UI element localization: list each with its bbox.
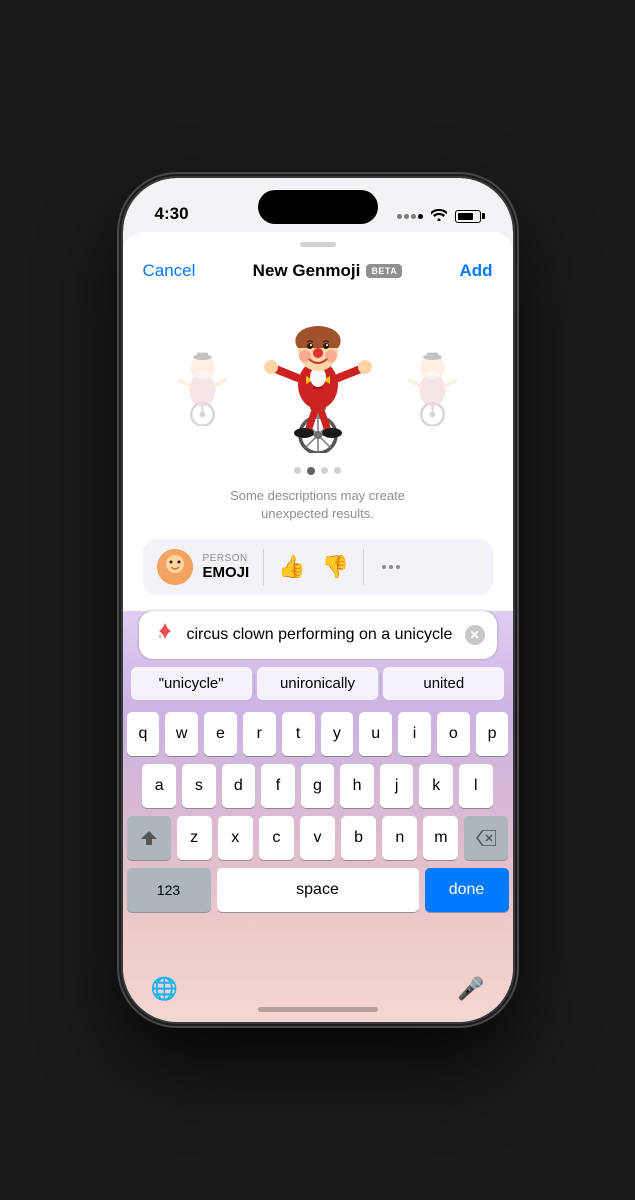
emoji-side-left xyxy=(153,333,253,433)
key-w[interactable]: w xyxy=(165,712,198,756)
modal-header: Cancel New Genmoji BETA Add xyxy=(123,253,513,293)
key-a[interactable]: a xyxy=(142,764,176,808)
autocomplete-separator-2 xyxy=(380,673,381,694)
more-button[interactable] xyxy=(382,565,400,569)
microphone-button[interactable]: 🎤 xyxy=(457,976,484,1002)
key-f[interactable]: f xyxy=(261,764,295,808)
autocomplete-item-3[interactable]: united xyxy=(383,667,504,700)
numbers-key[interactable]: 123 xyxy=(127,868,211,912)
carousel-dot-4[interactable] xyxy=(334,467,341,474)
keyboard-row-3: z x c v b n m xyxy=(127,816,509,860)
search-text: circus clown performing on a unicycle xyxy=(187,626,457,644)
key-k[interactable]: k xyxy=(419,764,453,808)
carousel-dot-2[interactable] xyxy=(307,467,315,475)
delete-key[interactable] xyxy=(464,816,508,860)
modal-panel: Cancel New Genmoji BETA Add xyxy=(123,232,513,1022)
emoji-center xyxy=(253,318,383,448)
globe-button[interactable]: 🌐 xyxy=(151,976,178,1002)
add-button[interactable]: Add xyxy=(459,261,492,281)
key-s[interactable]: s xyxy=(182,764,216,808)
modal-handle xyxy=(300,242,336,247)
key-n[interactable]: n xyxy=(382,816,417,860)
thumbs-area: 👍 👎 xyxy=(278,554,349,580)
key-e[interactable]: e xyxy=(204,712,237,756)
battery-icon xyxy=(455,210,481,223)
key-j[interactable]: j xyxy=(380,764,414,808)
autocomplete-item-2[interactable]: unironically xyxy=(257,667,378,700)
key-p[interactable]: p xyxy=(476,712,509,756)
clear-button[interactable]: ✕ xyxy=(465,625,485,645)
key-r[interactable]: r xyxy=(243,712,276,756)
status-icons xyxy=(397,208,485,224)
cancel-button[interactable]: Cancel xyxy=(143,261,196,281)
home-indicator xyxy=(258,1007,378,1012)
bottom-bar: 🌐 🎤 xyxy=(123,968,513,1022)
bottom-section: circus clown performing on a unicycle ✕ … xyxy=(123,611,513,1022)
key-h[interactable]: h xyxy=(340,764,374,808)
key-q[interactable]: q xyxy=(127,712,160,756)
autocomplete-bar: "unicycle" unironically united xyxy=(123,667,513,708)
keyboard-row-2: a s d f g h j k l xyxy=(127,764,509,808)
vertical-divider xyxy=(263,549,264,585)
vertical-divider-2 xyxy=(363,549,364,585)
shift-key[interactable] xyxy=(127,816,171,860)
key-l[interactable]: l xyxy=(459,764,493,808)
carousel-dots xyxy=(123,463,513,487)
key-g[interactable]: g xyxy=(301,764,335,808)
key-i[interactable]: i xyxy=(398,712,431,756)
carousel-dot-3[interactable] xyxy=(321,467,328,474)
signal-icon xyxy=(397,214,423,219)
key-t[interactable]: t xyxy=(282,712,315,756)
genmoji-icon xyxy=(151,621,179,649)
emoji-type-bar[interactable]: PERSON EMOJI 👍 👎 xyxy=(143,539,493,595)
beta-badge: BETA xyxy=(366,264,402,278)
emoji-type-sub: PERSON xyxy=(203,553,250,564)
warning-text: Some descriptions may createunexpected r… xyxy=(123,487,513,539)
header-title-area: New Genmoji BETA xyxy=(195,261,459,281)
page-title: New Genmoji xyxy=(253,261,361,281)
thumbs-up-button[interactable]: 👍 xyxy=(278,554,305,580)
dynamic-island xyxy=(258,190,378,224)
key-o[interactable]: o xyxy=(437,712,470,756)
search-bar[interactable]: circus clown performing on a unicycle ✕ xyxy=(139,611,497,659)
key-m[interactable]: m xyxy=(423,816,458,860)
key-z[interactable]: z xyxy=(177,816,212,860)
keyboard-row-1: q w e r t y u i o p xyxy=(127,712,509,756)
carousel-dot-1[interactable] xyxy=(294,467,301,474)
emoji-carousel xyxy=(123,293,513,463)
keyboard: q w e r t y u i o p a s xyxy=(123,708,513,968)
autocomplete-item-1[interactable]: "unicycle" xyxy=(131,667,252,700)
emoji-side-right xyxy=(383,333,483,433)
key-b[interactable]: b xyxy=(341,816,376,860)
key-y[interactable]: y xyxy=(321,712,354,756)
key-d[interactable]: d xyxy=(222,764,256,808)
key-u[interactable]: u xyxy=(359,712,392,756)
thumbs-down-button[interactable]: 👎 xyxy=(322,554,349,580)
wifi-icon xyxy=(431,208,447,224)
keyboard-row-4: 123 space done xyxy=(127,868,509,912)
key-x[interactable]: x xyxy=(218,816,253,860)
emoji-type-name: EMOJI xyxy=(203,564,250,581)
done-key[interactable]: done xyxy=(425,868,509,912)
space-key[interactable]: space xyxy=(217,868,419,912)
emoji-type-label: PERSON EMOJI xyxy=(203,553,250,581)
key-c[interactable]: c xyxy=(259,816,294,860)
autocomplete-separator-1 xyxy=(254,673,255,694)
key-v[interactable]: v xyxy=(300,816,335,860)
avatar xyxy=(157,549,193,585)
